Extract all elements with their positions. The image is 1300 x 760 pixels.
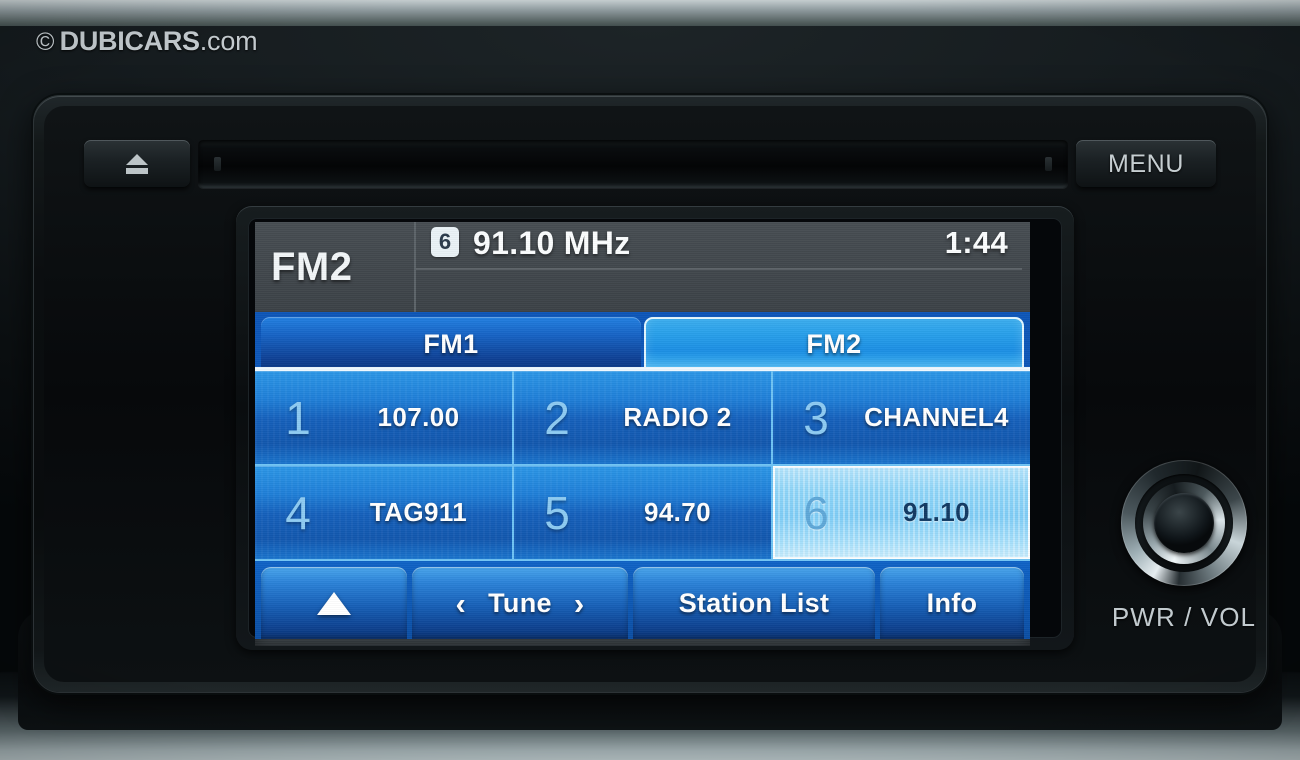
power-volume-control: PWR / VOL bbox=[1094, 460, 1274, 670]
cd-disc-slot[interactable] bbox=[198, 140, 1068, 188]
watermark-tld: .com bbox=[199, 26, 258, 56]
radio-status-header: FM2 6 91.10 MHz 1:44 bbox=[255, 222, 1030, 317]
preset-5-name: 94.70 bbox=[643, 497, 712, 527]
menu-button[interactable]: MENU bbox=[1076, 140, 1216, 188]
current-frequency: 91.10 MHz bbox=[473, 224, 631, 261]
preset-grid: 1 107.00 2 RADIO 2 3 CHANNEL4 4 TAG911 5 bbox=[255, 371, 1030, 561]
preset-2-name: RADIO 2 bbox=[623, 402, 732, 432]
function-button-bar: ‹ Tune › Station List Info bbox=[255, 561, 1030, 639]
preset-button-4[interactable]: 4 TAG911 bbox=[255, 466, 512, 559]
watermark-copyright-symbol: © bbox=[36, 28, 55, 56]
tune-button-label: Tune bbox=[488, 587, 552, 618]
preset-4-name: TAG911 bbox=[369, 497, 468, 527]
menu-button-label: MENU bbox=[1107, 149, 1184, 178]
info-button[interactable]: Info bbox=[880, 567, 1024, 639]
tune-button[interactable]: ‹ Tune › bbox=[412, 567, 628, 639]
watermark: © DUBICARS.com bbox=[36, 26, 258, 57]
screenshot-root: ©DUBICARS.com MENU 6 91.10 MHz bbox=[0, 0, 1300, 760]
eject-icon-triangle bbox=[126, 154, 148, 165]
preset-button-2[interactable]: 2 RADIO 2 bbox=[514, 371, 771, 464]
preset-button-6[interactable]: 6 91.10 bbox=[773, 466, 1030, 559]
preset-button-3[interactable]: 3 CHANNEL4 bbox=[773, 371, 1030, 464]
preset-1-name: 107.00 bbox=[377, 402, 460, 432]
preset-2-number: 2 bbox=[544, 391, 570, 444]
tab-fm1-label: FM1 bbox=[423, 328, 479, 359]
power-volume-label: PWR / VOL bbox=[1111, 602, 1257, 632]
eject-button[interactable] bbox=[84, 140, 190, 188]
preset-3-number: 3 bbox=[803, 391, 829, 444]
watermark-brand: DUBICARS bbox=[59, 26, 200, 56]
band-tab-bar: FM1 FM2 bbox=[255, 312, 1030, 371]
tab-fm1[interactable]: FM1 bbox=[261, 317, 641, 371]
scroll-up-button[interactable] bbox=[261, 567, 407, 639]
now-playing-field: 6 91.10 MHz 1:44 bbox=[414, 222, 1030, 317]
hardware-control-strip: MENU bbox=[84, 136, 1216, 192]
clock: 1:44 bbox=[944, 224, 1008, 260]
current-preset-badge: 6 bbox=[431, 226, 459, 257]
band-indicator: FM2 bbox=[271, 244, 353, 289]
knob-center-cap bbox=[1154, 493, 1214, 553]
preset-6-name: 91.10 bbox=[902, 497, 971, 527]
preset-3-name: CHANNEL4 bbox=[864, 402, 1009, 432]
preset-4-number: 4 bbox=[285, 486, 311, 539]
eject-icon bbox=[126, 154, 148, 174]
tab-fm2[interactable]: FM2 bbox=[644, 317, 1024, 371]
preset-1-number: 1 bbox=[285, 391, 311, 444]
info-label: Info bbox=[926, 587, 978, 618]
station-list-label: Station List bbox=[678, 587, 830, 618]
preset-6-number: 6 bbox=[803, 486, 829, 539]
power-volume-knob[interactable] bbox=[1121, 460, 1247, 586]
eject-icon-bar bbox=[126, 168, 148, 174]
preset-5-number: 5 bbox=[544, 486, 570, 539]
preset-button-5[interactable]: 5 94.70 bbox=[514, 466, 771, 559]
chevron-left-icon[interactable]: ‹ bbox=[456, 588, 467, 619]
preset-button-1[interactable]: 1 107.00 bbox=[255, 371, 512, 464]
lcd-screen: FM2 6 91.10 MHz 1:44 FM1 FM2 1 107.00 2 … bbox=[255, 222, 1030, 646]
triangle-up-icon bbox=[317, 591, 351, 615]
station-list-button[interactable]: Station List bbox=[633, 567, 875, 639]
chevron-right-icon[interactable]: › bbox=[574, 588, 585, 619]
tab-fm2-label: FM2 bbox=[806, 328, 862, 359]
